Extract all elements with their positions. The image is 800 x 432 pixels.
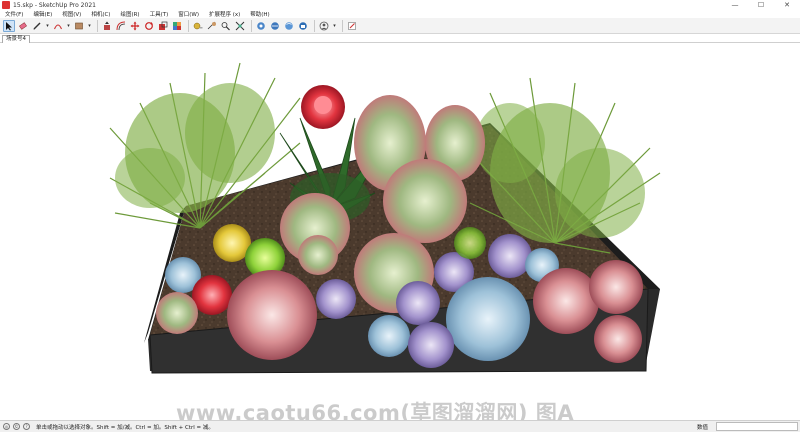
paint-tool-button[interactable] <box>171 20 183 32</box>
red-flower-succulent <box>301 85 345 129</box>
rectangle-icon <box>75 22 83 29</box>
menu-file[interactable]: 文件(F) <box>0 10 28 18</box>
zoom-tool-button[interactable] <box>269 20 281 32</box>
move-tool-button[interactable] <box>129 20 141 32</box>
scale-tool-button[interactable] <box>157 20 169 32</box>
scene-tab-bar: 场景号4 <box>0 34 800 43</box>
pencil-icon <box>33 22 41 30</box>
text-tool-button[interactable] <box>220 20 232 32</box>
toolbar-separator <box>342 19 343 32</box>
rotate-tool-button[interactable] <box>143 20 155 32</box>
modeling-viewport[interactable] <box>0 43 800 420</box>
zoom-extents-icon <box>285 21 293 30</box>
menu-draw[interactable]: 绘图(R) <box>115 10 144 18</box>
menu-tools[interactable]: 工具(T) <box>145 10 174 18</box>
push-pull-tool-button[interactable] <box>101 20 113 32</box>
status-hint: 单击或拖动以选择对象。Shift = 加/减。Ctrl = 加。Shift + … <box>36 424 214 431</box>
planter-3d-scene <box>109 62 661 374</box>
arrow-cursor-icon <box>6 21 12 30</box>
select-tool-button[interactable] <box>3 19 15 32</box>
move-icon <box>130 21 140 30</box>
line-tool-dropdown[interactable]: ▾ <box>45 20 50 32</box>
arc-icon <box>53 23 63 29</box>
menu-camera[interactable]: 相机(C) <box>86 10 115 18</box>
text-icon <box>221 21 230 30</box>
main-toolbar: ▾ ▾ ▾ ▾ <box>0 18 800 34</box>
layout-tool-button[interactable] <box>346 20 358 32</box>
measurements-input[interactable] <box>716 422 798 431</box>
tape-measure-icon <box>193 22 203 29</box>
window-controls: — ☐ ✕ <box>722 0 800 10</box>
orbit-icon <box>235 21 245 30</box>
window-title: 15.skp - SketchUp Pro 2021 <box>13 1 96 9</box>
dimension-tool-button[interactable] <box>206 20 218 32</box>
close-button[interactable]: ✕ <box>774 0 800 10</box>
offset-tool-button[interactable] <box>115 20 127 32</box>
rotate-icon <box>145 21 153 30</box>
toolbar-separator <box>97 19 98 32</box>
zoom-extents-tool-button[interactable] <box>283 20 295 32</box>
maximize-button[interactable]: ☐ <box>748 0 774 10</box>
toolbar-separator <box>251 19 252 32</box>
pan-tool-button[interactable] <box>255 20 267 32</box>
send-to-layout-icon <box>348 21 356 30</box>
menu-window[interactable]: 窗口(W) <box>173 10 204 18</box>
user-profile-icon <box>319 21 329 30</box>
menu-extensions[interactable]: 扩展程序 (x) <box>204 10 245 18</box>
pan-hand-icon <box>257 21 265 30</box>
shape-tool-dropdown[interactable]: ▾ <box>87 20 92 32</box>
status-bar: ◎ © ? 单击或拖动以选择对象。Shift = 加/减。Ctrl = 加。Sh… <box>0 420 800 432</box>
measurements-label: 数值 <box>697 425 709 431</box>
menu-edit[interactable]: 编辑(E) <box>28 10 57 18</box>
menu-bar: 文件(F) 编辑(E) 视图(V) 相机(C) 绘图(R) 工具(T) 窗口(W… <box>0 10 800 18</box>
magnifier-icon <box>271 21 279 30</box>
toolbar-separator <box>314 19 315 32</box>
eraser-icon <box>19 21 27 30</box>
3d-warehouse-icon <box>299 21 307 30</box>
line-tool-button[interactable] <box>31 20 43 32</box>
arc-tool-button[interactable] <box>52 20 64 32</box>
profile-tool-button[interactable] <box>318 20 330 32</box>
geo-location-icon[interactable]: ◎ <box>3 423 10 430</box>
tape-measure-tool-button[interactable] <box>192 20 204 32</box>
minimize-button[interactable]: — <box>722 0 748 10</box>
warehouse-tool-button[interactable] <box>297 20 309 32</box>
toolbar-separator <box>188 19 189 32</box>
paint-bucket-icon <box>173 21 181 30</box>
menu-help[interactable]: 帮助(H) <box>245 10 274 18</box>
shape-tool-button[interactable] <box>73 20 85 32</box>
scale-icon <box>159 21 168 30</box>
offset-icon <box>116 21 126 30</box>
profile-dropdown[interactable]: ▾ <box>332 20 337 32</box>
credits-icon[interactable]: © <box>13 423 20 430</box>
sketchup-logo-icon <box>2 1 10 9</box>
title-bar: 15.skp - SketchUp Pro 2021 — ☐ ✕ <box>0 0 800 10</box>
orbit-tool-button[interactable] <box>234 20 246 32</box>
menu-view[interactable]: 视图(V) <box>57 10 86 18</box>
arc-tool-dropdown[interactable]: ▾ <box>66 20 71 32</box>
eraser-tool-button[interactable] <box>17 20 29 32</box>
dimension-icon <box>207 21 216 29</box>
info-icon[interactable]: ? <box>23 423 30 430</box>
scene-tab[interactable]: 场景号4 <box>2 35 30 43</box>
push-pull-icon <box>104 21 110 30</box>
